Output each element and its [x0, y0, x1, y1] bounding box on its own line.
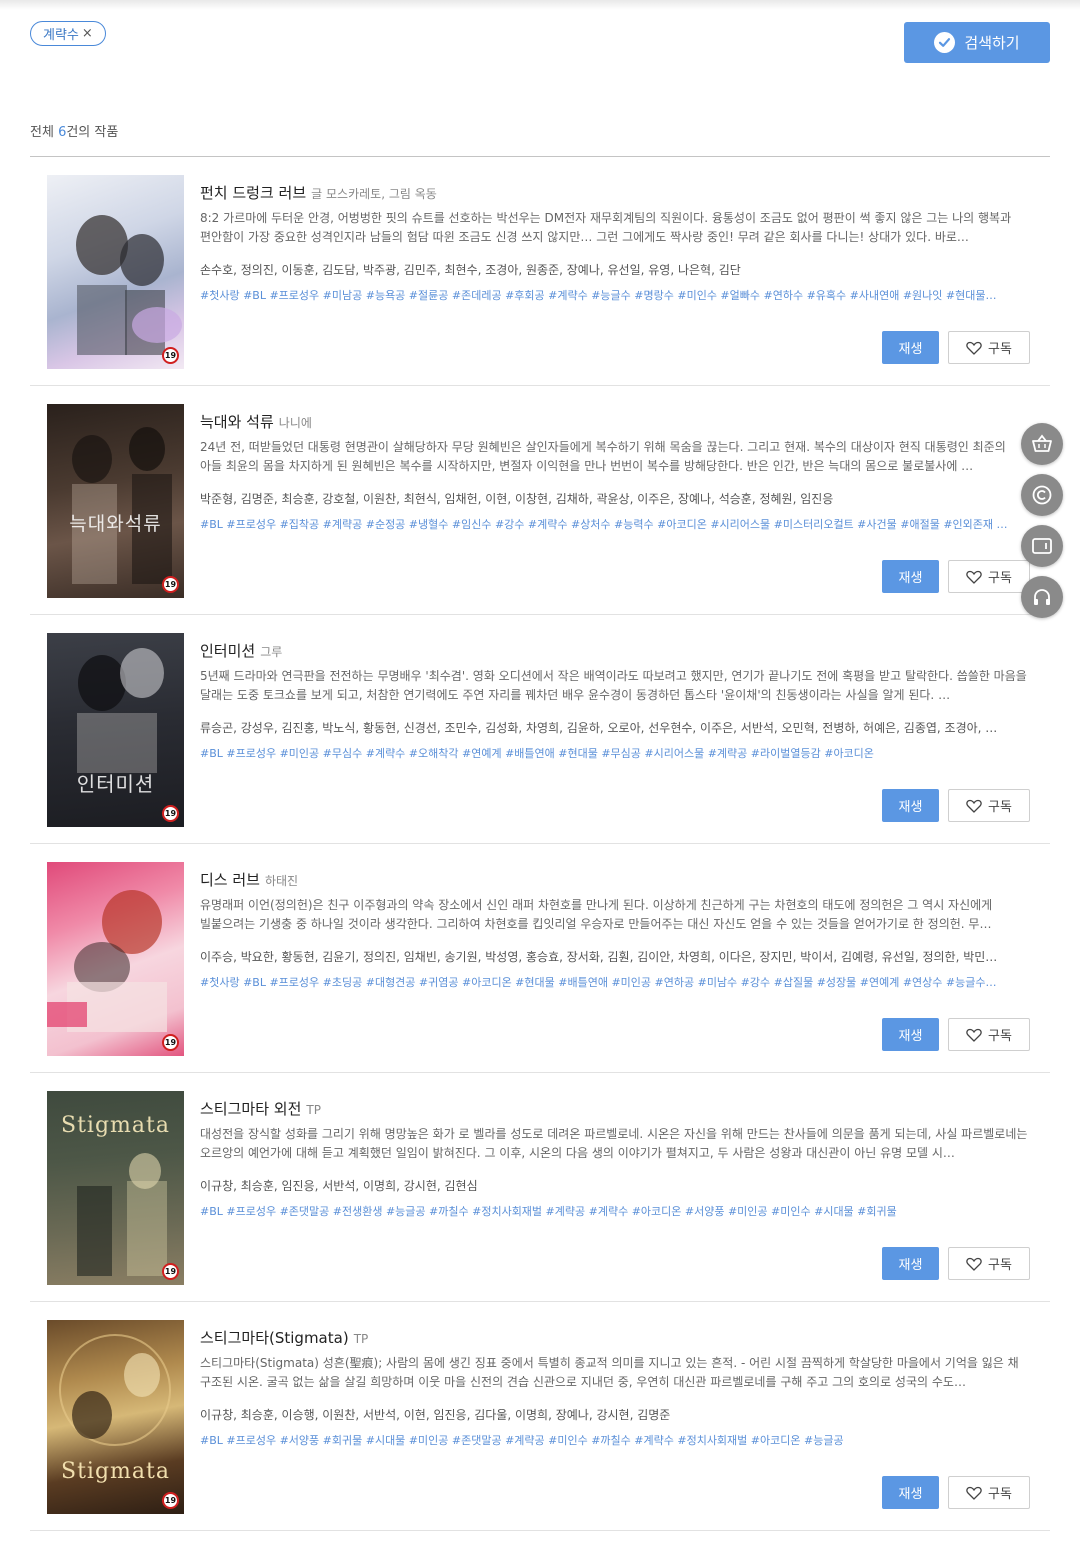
subscribe-button[interactable]: 구독	[948, 1476, 1030, 1509]
heart-icon	[966, 1486, 982, 1500]
search-button[interactable]: 검색하기	[904, 22, 1050, 63]
cover-image[interactable]: 19	[47, 862, 184, 1056]
adult-badge: 19	[162, 1034, 179, 1051]
cover-image[interactable]: 인터미션 19	[47, 633, 184, 827]
work-title[interactable]: 스티그마타(Stigmata)	[200, 1329, 349, 1347]
adult-badge: 19	[162, 1263, 179, 1280]
work-tags[interactable]: #BL #프로성우 #존댓말공 #전생환생 #능글공 #까칠수 #정치사회재벌 …	[200, 1203, 1030, 1219]
work-cast: 손수호, 정의진, 이동훈, 김도담, 박주광, 김민주, 최현수, 조경아, …	[200, 263, 741, 277]
search-button-label: 검색하기	[964, 34, 1020, 52]
play-button[interactable]: 재생	[882, 560, 939, 593]
work-title[interactable]: 인터미션	[200, 642, 255, 660]
heart-icon	[966, 341, 982, 355]
work-item: 인터미션 19 인터미션 그루 5년째 드라마와 연극판을 전전하는 무명배우 '…	[30, 615, 1050, 844]
work-item: Stigmata 19 스티그마타 외전 TP 대성전을 장식할 성화를 그리기 …	[30, 1073, 1050, 1302]
work-description: 24년 전, 떠받들었던 대통령 현명관이 살해당하자 무당 원혜빈은 살인자들…	[200, 440, 1006, 473]
work-cast: 박준형, 김명준, 최승훈, 강호철, 이원찬, 최현식, 임채헌, 이현, 이…	[200, 492, 834, 506]
work-author: TP	[353, 1332, 369, 1346]
cover-title-art: 늑대와석류	[69, 513, 162, 535]
subscribe-button[interactable]: 구독	[948, 1018, 1030, 1051]
subscribe-button[interactable]: 구독	[948, 789, 1030, 822]
subscribe-label: 구독	[988, 1258, 1012, 1273]
work-description: 대성전을 장식할 성화를 그리기 위해 명망높은 화가 로 벨라를 성도로 데려…	[200, 1127, 1028, 1160]
subscribe-button[interactable]: 구독	[948, 560, 1030, 593]
work-cast: 이주승, 박요한, 황동현, 김윤기, 정의진, 임채빈, 송기원, 박성영, …	[200, 950, 998, 964]
subscribe-button[interactable]: 구독	[948, 1247, 1030, 1280]
play-button[interactable]: 재생	[882, 789, 939, 822]
work-tags[interactable]: #BL #프로성우 #서양풍 #회귀물 #시대물 #미인공 #존댓말공 #계략공…	[200, 1432, 1030, 1448]
heart-icon	[966, 1257, 982, 1271]
subscribe-label: 구독	[988, 800, 1012, 815]
work-tags[interactable]: #첫사랑 #BL #프로성우 #초딩공 #대형견공 #귀염공 #아코디온 #현대…	[200, 974, 1030, 990]
subscribe-label: 구독	[988, 1029, 1012, 1044]
work-tags[interactable]: #BL #프로성우 #미인공 #무심수 #계략수 #오해착각 #연예계 #배틀연…	[200, 745, 1030, 761]
work-author: 나니에	[278, 416, 312, 430]
work-author: 그루	[260, 645, 283, 659]
work-cast: 류승곤, 강성우, 김진홍, 박노식, 황동현, 신경선, 조민수, 김성화, …	[200, 721, 998, 735]
heart-icon	[966, 570, 982, 584]
work-title[interactable]: 늑대와 석류	[200, 413, 274, 431]
adult-badge: 19	[162, 805, 179, 822]
heart-icon	[966, 1028, 982, 1042]
top-shadow	[0, 0, 1080, 10]
filter-chip-label: 계략수	[43, 28, 79, 43]
basket-icon[interactable]	[1021, 423, 1063, 465]
work-author: 하태진	[264, 874, 299, 888]
work-description: 5년째 드라마와 연극판을 전전하는 무명배우 '최수겸'. 영화 오디션에서 …	[200, 669, 1027, 702]
subscribe-label: 구독	[988, 571, 1012, 586]
play-button[interactable]: 재생	[882, 1247, 939, 1280]
heart-icon	[966, 799, 982, 813]
work-title[interactable]: 디스 러브	[200, 871, 260, 889]
adult-badge: 19	[162, 1492, 179, 1509]
copyright-icon[interactable]	[1021, 474, 1063, 516]
adult-badge: 19	[162, 576, 179, 593]
close-icon[interactable]: ×	[82, 26, 93, 41]
headphones-icon[interactable]	[1021, 576, 1063, 618]
work-title[interactable]: 펀치 드렁크 러브	[200, 184, 306, 202]
work-item: 19 펀치 드렁크 러브 글 모스카레토, 그림 옥동 8:2 가르마에 두터운 …	[30, 157, 1050, 386]
work-item: Stigmata 19 스티그마타(Stigmata) TP 스티그마타(Stig…	[30, 1302, 1050, 1531]
work-list: 19 펀치 드렁크 러브 글 모스카레토, 그림 옥동 8:2 가르마에 두터운 …	[30, 157, 1050, 1531]
adult-badge: 19	[162, 347, 179, 364]
check-circle-icon	[934, 32, 956, 53]
work-author: TP	[306, 1103, 321, 1117]
subscribe-button[interactable]: 구독	[948, 331, 1030, 364]
work-author: 글 모스카레토, 그림 옥동	[311, 187, 437, 201]
filter-chip[interactable]: 계략수 ×	[30, 21, 106, 46]
cover-image[interactable]: 늑대와석류 19	[47, 404, 184, 598]
work-tags[interactable]: #BL #프로성우 #집착공 #계략공 #순정공 #냉혈수 #임신수 #강수 #…	[200, 516, 1030, 532]
work-title[interactable]: 스티그마타 외전	[200, 1100, 301, 1118]
subscribe-label: 구독	[988, 342, 1012, 357]
cover-image[interactable]: Stigmata 19	[47, 1091, 184, 1285]
work-description: 유명래퍼 이언(정의헌)은 친구 이주형과의 약속 장소에서 신인 래퍼 차현호…	[200, 898, 993, 931]
work-tags[interactable]: #첫사랑 #BL #프로성우 #미남공 #능욕공 #절륜공 #존데레공 #후회공…	[200, 287, 1030, 303]
work-cast: 이규창, 최승훈, 임진응, 서반석, 이명희, 강시현, 김현심	[200, 1179, 478, 1193]
play-button[interactable]: 재생	[882, 1476, 939, 1509]
cover-title-art: Stigmata	[61, 1459, 170, 1484]
work-item: 19 디스 러브 하태진 유명래퍼 이언(정의헌)은 친구 이주형과의 약속 장소…	[30, 844, 1050, 1073]
cover-image[interactable]: 19	[47, 175, 184, 369]
viewer-icon[interactable]	[1021, 525, 1063, 567]
play-button[interactable]: 재생	[882, 331, 939, 364]
work-cast: 이규창, 최승훈, 이승행, 이원찬, 서반석, 이현, 임진응, 김다울, 이…	[200, 1408, 671, 1422]
subscribe-label: 구독	[988, 1487, 1012, 1502]
result-count: 전체 6건의 작품	[30, 125, 119, 140]
cover-title-art: Stigmata	[61, 1113, 170, 1138]
work-description: 스티그마타(Stigmata) 성흔(聖痕); 사람의 몸에 생긴 징표 중에서…	[200, 1356, 1019, 1389]
work-item: 늑대와석류 19 늑대와 석류 나니에 24년 전, 떠받들었던 대통령 현명관이…	[30, 386, 1050, 615]
play-button[interactable]: 재생	[882, 1018, 939, 1051]
work-description: 8:2 가르마에 두터운 안경, 어벙벙한 핏의 슈트를 선호하는 박선우는 D…	[200, 211, 1012, 244]
cover-title-art: 인터미션	[76, 772, 155, 796]
cover-image[interactable]: Stigmata 19	[47, 1320, 184, 1514]
